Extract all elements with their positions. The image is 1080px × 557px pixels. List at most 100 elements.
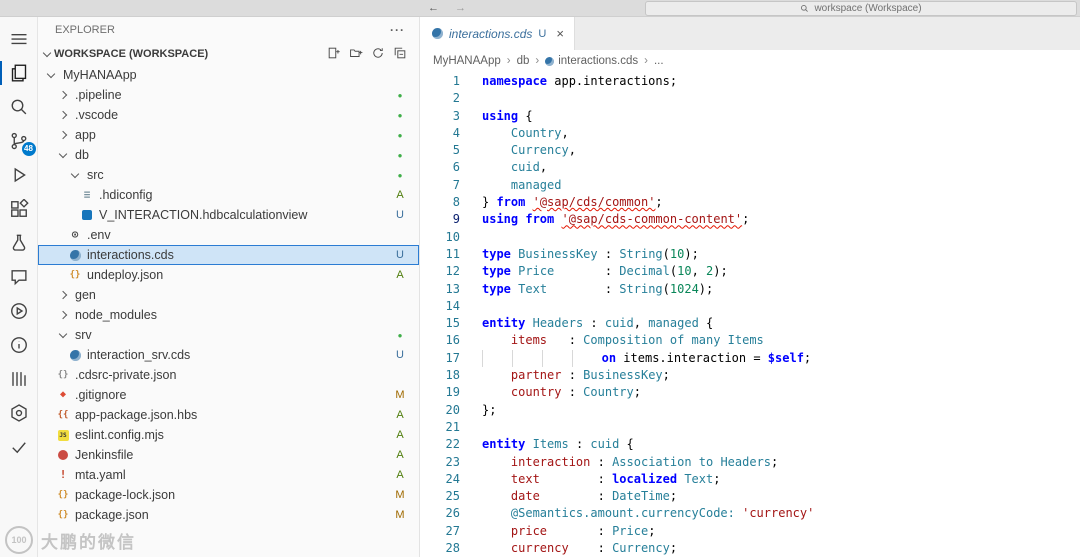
code-line[interactable]: 5 Currency, xyxy=(420,142,1080,159)
breadcrumb-item-...[interactable]: ... xyxy=(654,55,664,67)
sidebar-folder-srv[interactable]: srv ● xyxy=(38,325,419,345)
sidebar-item-interactions.cds[interactable]: interactions.cds U xyxy=(38,245,419,265)
code-line[interactable]: 12 type Price : Decimal(10, 2); xyxy=(420,263,1080,280)
forward-icon[interactable]: → xyxy=(455,2,466,14)
extensions-icon xyxy=(10,199,29,217)
tab-interactions.cds[interactable]: interactions.cds U × xyxy=(420,17,575,50)
line-number: 14 xyxy=(445,298,460,313)
code-line[interactable]: 16 items : Composition of many Items xyxy=(420,332,1080,349)
activity-check[interactable] xyxy=(0,430,38,464)
code-editor[interactable]: 1 namespace app.interactions; 2 3 using {4 C… xyxy=(420,72,1080,557)
code-line[interactable]: 4 Country, xyxy=(420,125,1080,142)
activity-settings[interactable] xyxy=(0,396,38,430)
code-line[interactable]: 17 on items.interaction = $self; xyxy=(420,349,1080,368)
back-icon[interactable]: ← xyxy=(428,2,439,14)
code-line[interactable]: 22 entity Items : cuid { xyxy=(420,436,1080,453)
code-line[interactable]: 26 @Semantics.amount.currencyCode: 'curr… xyxy=(420,505,1080,522)
code-line[interactable]: 3 using { xyxy=(420,108,1080,125)
command-center[interactable]: workspace (Workspace) xyxy=(645,1,1077,16)
sidebar-folder-.pipeline[interactable]: .pipeline ● xyxy=(38,85,419,105)
chevron-right-icon xyxy=(58,130,68,140)
code-line[interactable]: 25 date : DateTime; xyxy=(420,488,1080,505)
activity-menu[interactable] xyxy=(0,22,38,56)
breadcrumb-item-interactions.cds[interactable]: interactions.cds xyxy=(545,55,638,67)
folder-label: app xyxy=(75,128,96,142)
activity-run-debug[interactable] xyxy=(0,158,38,192)
activity-info[interactable] xyxy=(0,328,38,362)
sidebar-item-interaction_srv.cds[interactable]: interaction_srv.cds U xyxy=(38,345,419,365)
more-actions-icon[interactable]: ··· xyxy=(390,23,405,37)
breadcrumb-label: interactions.cds xyxy=(558,55,639,67)
file-label: app-package.json.hbs xyxy=(75,408,198,422)
code-line[interactable]: 24 text : localized Text; xyxy=(420,471,1080,488)
sidebar-item-package-lock.json[interactable]: {} package-lock.json M xyxy=(38,485,419,505)
code-line[interactable]: 15 entity Headers : cuid, managed { xyxy=(420,315,1080,332)
code-line[interactable]: 23 interaction : Association to Headers; xyxy=(420,454,1080,471)
close-icon[interactable]: × xyxy=(556,26,564,41)
activity-run[interactable] xyxy=(0,294,38,328)
line-number: 22 xyxy=(445,437,460,452)
activity-extensions[interactable] xyxy=(0,192,38,226)
activity-test[interactable] xyxy=(0,226,38,260)
sidebar-item-V_INTERACTION.hdbcalculationview[interactable]: V_INTERACTION.hdbcalculationview U xyxy=(38,205,419,225)
sidebar-item-Jenkinsfile[interactable]: Jenkinsfile A xyxy=(38,445,419,465)
refresh-button[interactable] xyxy=(371,46,387,62)
sidebar-item-.env[interactable]: ⊙ .env xyxy=(38,225,419,245)
collapse-all-button[interactable] xyxy=(393,46,409,62)
breadcrumb-item-MyHANAApp[interactable]: MyHANAApp xyxy=(433,55,501,67)
sidebar-folder-MyHANAApp[interactable]: MyHANAApp xyxy=(38,65,419,85)
sidebar-folder-.vscode[interactable]: .vscode ● xyxy=(38,105,419,125)
settings-icon xyxy=(10,404,27,422)
code-line[interactable]: 27 price : Price; xyxy=(420,523,1080,540)
file-label: .env xyxy=(87,228,111,242)
sidebar-item-app-package.json.hbs[interactable]: {{app-package.json.hbs A xyxy=(38,405,419,425)
activity-explorer[interactable] xyxy=(0,56,38,90)
sidebar-item-.hdiconfig[interactable]: ≡ .hdiconfig A xyxy=(38,185,419,205)
json-icon: {} xyxy=(69,270,81,280)
activity-search[interactable] xyxy=(0,90,38,124)
tab-bar: interactions.cds U × xyxy=(420,17,1080,50)
line-number: 18 xyxy=(445,368,460,383)
code-line[interactable]: 7 managed xyxy=(420,177,1080,194)
file-label: V_INTERACTION.hdbcalculationview xyxy=(99,208,308,222)
new-folder-button[interactable] xyxy=(349,46,365,62)
code-line[interactable]: 9 using from '@sap/cds-common-content'; xyxy=(420,211,1080,228)
code-line[interactable]: 10 xyxy=(420,229,1080,246)
workspace-section-header[interactable]: WORKSPACE (WORKSPACE) xyxy=(38,43,419,65)
sidebar-folder-node_modules[interactable]: node_modules xyxy=(38,305,419,325)
code-line[interactable]: 8} from '@sap/cds/common'; xyxy=(420,194,1080,211)
activity-chat[interactable] xyxy=(0,260,38,294)
code-line[interactable]: 28 currency : Currency; xyxy=(420,540,1080,557)
code-line[interactable]: 14 xyxy=(420,298,1080,315)
code-line[interactable]: 21 xyxy=(420,419,1080,436)
sidebar-item-eslint.config.mjs[interactable]: JS eslint.config.mjs A xyxy=(38,425,419,445)
sidebar-folder-db[interactable]: db ● xyxy=(38,145,419,165)
sidebar-folder-src[interactable]: src ● xyxy=(38,165,419,185)
new-file-button[interactable] xyxy=(327,46,343,62)
code-line[interactable]: 6 cuid, xyxy=(420,159,1080,176)
sidebar-item-undeploy.json[interactable]: {} undeploy.json A xyxy=(38,265,419,285)
sidebar-item-package.json[interactable]: {} package.json M xyxy=(38,505,419,525)
breadcrumb-item-db[interactable]: db xyxy=(517,55,530,67)
sidebar-item-mta.yaml[interactable]: ! mta.yaml A xyxy=(38,465,419,485)
calcview-icon xyxy=(82,210,92,220)
activity-source-control[interactable]: 48 xyxy=(0,124,38,158)
git-status-badge: U xyxy=(396,249,404,261)
code-line[interactable]: 1 namespace app.interactions; xyxy=(420,73,1080,90)
code-line[interactable]: 19 country : Country; xyxy=(420,384,1080,401)
code-line[interactable]: 20}; xyxy=(420,402,1080,419)
line-number: 8 xyxy=(452,195,460,210)
code-line[interactable]: 11 type BusinessKey : String(10); xyxy=(420,246,1080,263)
activity-output[interactable] xyxy=(0,362,38,396)
code-line[interactable]: 13 type Text : String(1024); xyxy=(420,281,1080,298)
command-center-label: workspace (Workspace) xyxy=(814,3,922,14)
code-line[interactable]: 18 partner : BusinessKey; xyxy=(420,367,1080,384)
code-line[interactable]: 2 xyxy=(420,90,1080,107)
sidebar-folder-gen[interactable]: gen xyxy=(38,285,419,305)
line-number: 20 xyxy=(445,402,460,417)
line-number: 4 xyxy=(452,125,460,140)
sidebar-item-.gitignore[interactable]: ◆ .gitignore M xyxy=(38,385,419,405)
sidebar-item-.cdsrc-private.json[interactable]: {} .cdsrc-private.json xyxy=(38,365,419,385)
sidebar-folder-app[interactable]: app ● xyxy=(38,125,419,145)
chevron-right-icon xyxy=(58,110,68,120)
